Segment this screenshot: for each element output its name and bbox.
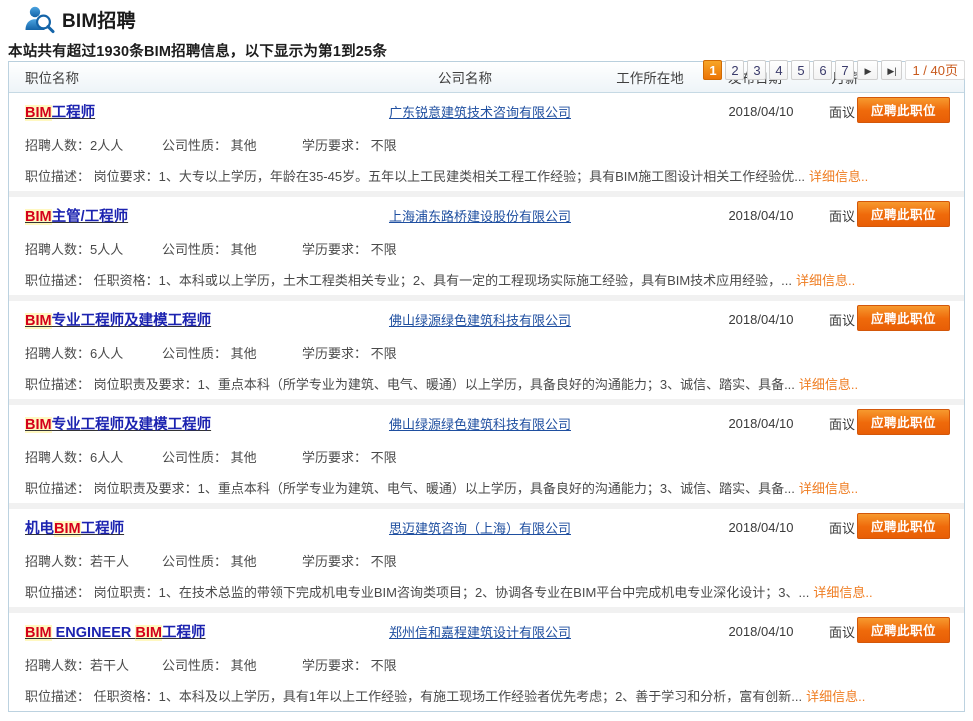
job-meta-line: 招聘人数：若干人公司性质： 其他学历要求： 不限 xyxy=(9,545,964,575)
education-requirement: 学历要求： 不限 xyxy=(302,655,462,674)
table-row: BIM工程师广东锐意建筑技术咨询有限公司2018/04/10面议应聘此职位招聘人… xyxy=(9,93,964,197)
job-main-line: 机电BIM工程师思迈建筑咨询（上海）有限公司2018/04/10面议应聘此职位 xyxy=(9,509,964,545)
company-link[interactable]: 郑州信和嘉程建筑设计有限公司 xyxy=(351,622,609,641)
company-nature: 公司性质： 其他 xyxy=(162,135,302,154)
table-row: 机电BIM工程师思迈建筑咨询（上海）有限公司2018/04/10面议应聘此职位招… xyxy=(9,509,964,613)
site-header: BIM招聘 xyxy=(0,0,973,34)
table-row: BIM专业工程师及建模工程师佛山绿源绿色建筑科技有限公司2018/04/10面议… xyxy=(9,301,964,405)
company-link[interactable]: 广东锐意建筑技术咨询有限公司 xyxy=(351,102,609,121)
job-detail-link[interactable]: 详细信息.. xyxy=(799,374,858,393)
job-post-date: 2018/04/10 xyxy=(713,416,809,431)
job-title-link[interactable]: BIM工程师 xyxy=(25,101,351,122)
page-button-7[interactable]: 7 xyxy=(835,60,854,80)
education-requirement: 学历要求： 不限 xyxy=(302,447,462,466)
company-nature: 公司性质： 其他 xyxy=(162,239,302,258)
job-description-line: 职位描述： 岗位职责及要求：1、重点本科（所学专业为建筑、电气、暖通）以上学历，… xyxy=(9,367,964,399)
job-meta-line: 招聘人数：若干人公司性质： 其他学历要求： 不限 xyxy=(9,649,964,679)
job-detail-link[interactable]: 详细信息.. xyxy=(796,270,855,289)
job-title-link[interactable]: BIM ENGINEER BIM工程师 xyxy=(25,621,351,642)
apply-button[interactable]: 应聘此职位 xyxy=(857,513,950,539)
education-requirement: 学历要求： 不限 xyxy=(302,343,462,362)
page-title: BIM招聘 xyxy=(62,6,136,33)
job-headcount: 招聘人数：2人人 xyxy=(25,135,162,154)
page-button-2[interactable]: 2 xyxy=(725,60,744,80)
job-main-line: BIM专业工程师及建模工程师佛山绿源绿色建筑科技有限公司2018/04/10面议… xyxy=(9,405,964,441)
company-link[interactable]: 思迈建筑咨询（上海）有限公司 xyxy=(351,518,609,537)
company-link[interactable]: 上海浦东路桥建设股份有限公司 xyxy=(351,206,609,225)
job-description-text: 职位描述： 岗位要求：1、大专以上学历，年龄在35-45岁。五年以上工民建类相关… xyxy=(25,166,805,185)
page-button-1[interactable]: 1 xyxy=(703,60,722,80)
pagination: 1 2 3 4 5 6 7 ▶ ▶| 1 / 40页 xyxy=(703,60,965,80)
company-link[interactable]: 佛山绿源绿色建筑科技有限公司 xyxy=(351,310,609,329)
job-description-text: 职位描述： 任职资格：1、本科及以上学历，具有1年以上工作经验，有施工现场工作经… xyxy=(25,686,802,705)
apply-button[interactable]: 应聘此职位 xyxy=(857,305,950,331)
job-post-date: 2018/04/10 xyxy=(713,208,809,223)
table-row: BIM ENGINEER BIM工程师郑州信和嘉程建筑设计有限公司 2018/04… xyxy=(9,613,964,711)
job-post-date: 2018/04/10 xyxy=(713,104,809,119)
job-main-line: BIM主管/工程师上海浦东路桥建设股份有限公司2018/04/10面议应聘此职位 xyxy=(9,197,964,233)
page-indicator: 1 / 40页 xyxy=(905,60,965,80)
job-headcount: 招聘人数：若干人 xyxy=(25,551,162,570)
job-main-line: BIM专业工程师及建模工程师佛山绿源绿色建筑科技有限公司2018/04/10面议… xyxy=(9,301,964,337)
job-main-line: BIM工程师广东锐意建筑技术咨询有限公司2018/04/10面议应聘此职位 xyxy=(9,93,964,129)
company-nature: 公司性质： 其他 xyxy=(162,655,302,674)
apply-button[interactable]: 应聘此职位 xyxy=(857,617,950,643)
column-header-company: 公司名称 xyxy=(335,67,595,87)
education-requirement: 学历要求： 不限 xyxy=(302,135,462,154)
job-post-date: 2018/04/10 xyxy=(713,624,809,639)
job-title-link[interactable]: BIM主管/工程师 xyxy=(25,205,351,226)
company-nature: 公司性质： 其他 xyxy=(162,551,302,570)
job-description-text: 职位描述： 岗位职责及要求：1、重点本科（所学专业为建筑、电气、暖通）以上学历，… xyxy=(25,374,795,393)
job-headcount: 招聘人数：6人人 xyxy=(25,447,162,466)
job-detail-link[interactable]: 详细信息.. xyxy=(806,686,865,705)
job-detail-link[interactable]: 详细信息.. xyxy=(813,582,872,601)
last-page-icon[interactable]: ▶| xyxy=(881,60,902,80)
job-post-date: 2018/04/10 xyxy=(713,520,809,535)
education-requirement: 学历要求： 不限 xyxy=(302,551,462,570)
job-detail-link[interactable]: 详细信息.. xyxy=(799,478,858,497)
page-button-4[interactable]: 4 xyxy=(769,60,788,80)
page-button-5[interactable]: 5 xyxy=(791,60,810,80)
job-headcount: 招聘人数：6人人 xyxy=(25,343,162,362)
job-title-link[interactable]: BIM专业工程师及建模工程师 xyxy=(25,413,351,434)
job-title-link[interactable]: BIM专业工程师及建模工程师 xyxy=(25,309,351,330)
jobs-table: 职位名称 公司名称 工作所在地 发布日期 月薪 BIM工程师广东锐意建筑技术咨询… xyxy=(8,61,965,712)
job-headcount: 招聘人数：5人人 xyxy=(25,239,162,258)
company-nature: 公司性质： 其他 xyxy=(162,343,302,362)
job-detail-link[interactable]: 详细信息.. xyxy=(809,166,868,185)
job-description-text: 职位描述： 岗位职责：1、在技术总监的带领下完成机电专业BIM咨询类项目；2、协… xyxy=(25,582,809,601)
apply-button[interactable]: 应聘此职位 xyxy=(857,97,950,123)
job-description-line: 职位描述： 任职资格：1、本科或以上学历，土木工程类相关专业；2、具有一定的工程… xyxy=(9,263,964,295)
job-post-date: 2018/04/10 xyxy=(713,312,809,327)
job-meta-line: 招聘人数：6人人公司性质： 其他学历要求： 不限 xyxy=(9,337,964,367)
page-button-3[interactable]: 3 xyxy=(747,60,766,80)
job-description-text: 职位描述： 岗位职责及要求：1、重点本科（所学专业为建筑、电气、暖通）以上学历，… xyxy=(25,478,795,497)
table-row: BIM主管/工程师上海浦东路桥建设股份有限公司2018/04/10面议应聘此职位… xyxy=(9,197,964,301)
apply-button[interactable]: 应聘此职位 xyxy=(857,409,950,435)
column-header-location: 工作所在地 xyxy=(595,67,705,87)
person-search-icon xyxy=(22,3,56,35)
table-row: BIM专业工程师及建模工程师佛山绿源绿色建筑科技有限公司2018/04/10面议… xyxy=(9,405,964,509)
page-button-6[interactable]: 6 xyxy=(813,60,832,80)
education-requirement: 学历要求： 不限 xyxy=(302,239,462,258)
column-header-title: 职位名称 xyxy=(9,67,335,87)
job-meta-line: 招聘人数：2人人公司性质： 其他学历要求： 不限 xyxy=(9,129,964,159)
job-meta-line: 招聘人数：6人人公司性质： 其他学历要求： 不限 xyxy=(9,441,964,471)
table-body: BIM工程师广东锐意建筑技术咨询有限公司2018/04/10面议应聘此职位招聘人… xyxy=(9,93,964,711)
job-description-line: 职位描述： 任职资格：1、本科及以上学历，具有1年以上工作经验，有施工现场工作经… xyxy=(9,679,964,711)
job-description-line: 职位描述： 岗位职责及要求：1、重点本科（所学专业为建筑、电气、暖通）以上学历，… xyxy=(9,471,964,503)
job-description-text: 职位描述： 任职资格：1、本科或以上学历，土木工程类相关专业；2、具有一定的工程… xyxy=(25,270,792,289)
job-description-line: 职位描述： 岗位职责：1、在技术总监的带领下完成机电专业BIM咨询类项目；2、协… xyxy=(9,575,964,607)
apply-button[interactable]: 应聘此职位 xyxy=(857,201,950,227)
results-summary: 本站共有超过1930条BIM招聘信息，以下显示为第1到25条 xyxy=(0,34,973,61)
job-meta-line: 招聘人数：5人人公司性质： 其他学历要求： 不限 xyxy=(9,233,964,263)
job-headcount: 招聘人数：若干人 xyxy=(25,655,162,674)
job-title-link[interactable]: 机电BIM工程师 xyxy=(25,517,351,538)
next-page-icon[interactable]: ▶ xyxy=(857,60,878,80)
job-main-line: BIM ENGINEER BIM工程师郑州信和嘉程建筑设计有限公司 2018/04… xyxy=(9,613,964,649)
job-description-line: 职位描述： 岗位要求：1、大专以上学历，年龄在35-45岁。五年以上工民建类相关… xyxy=(9,159,964,191)
company-link[interactable]: 佛山绿源绿色建筑科技有限公司 xyxy=(351,414,609,433)
company-nature: 公司性质： 其他 xyxy=(162,447,302,466)
